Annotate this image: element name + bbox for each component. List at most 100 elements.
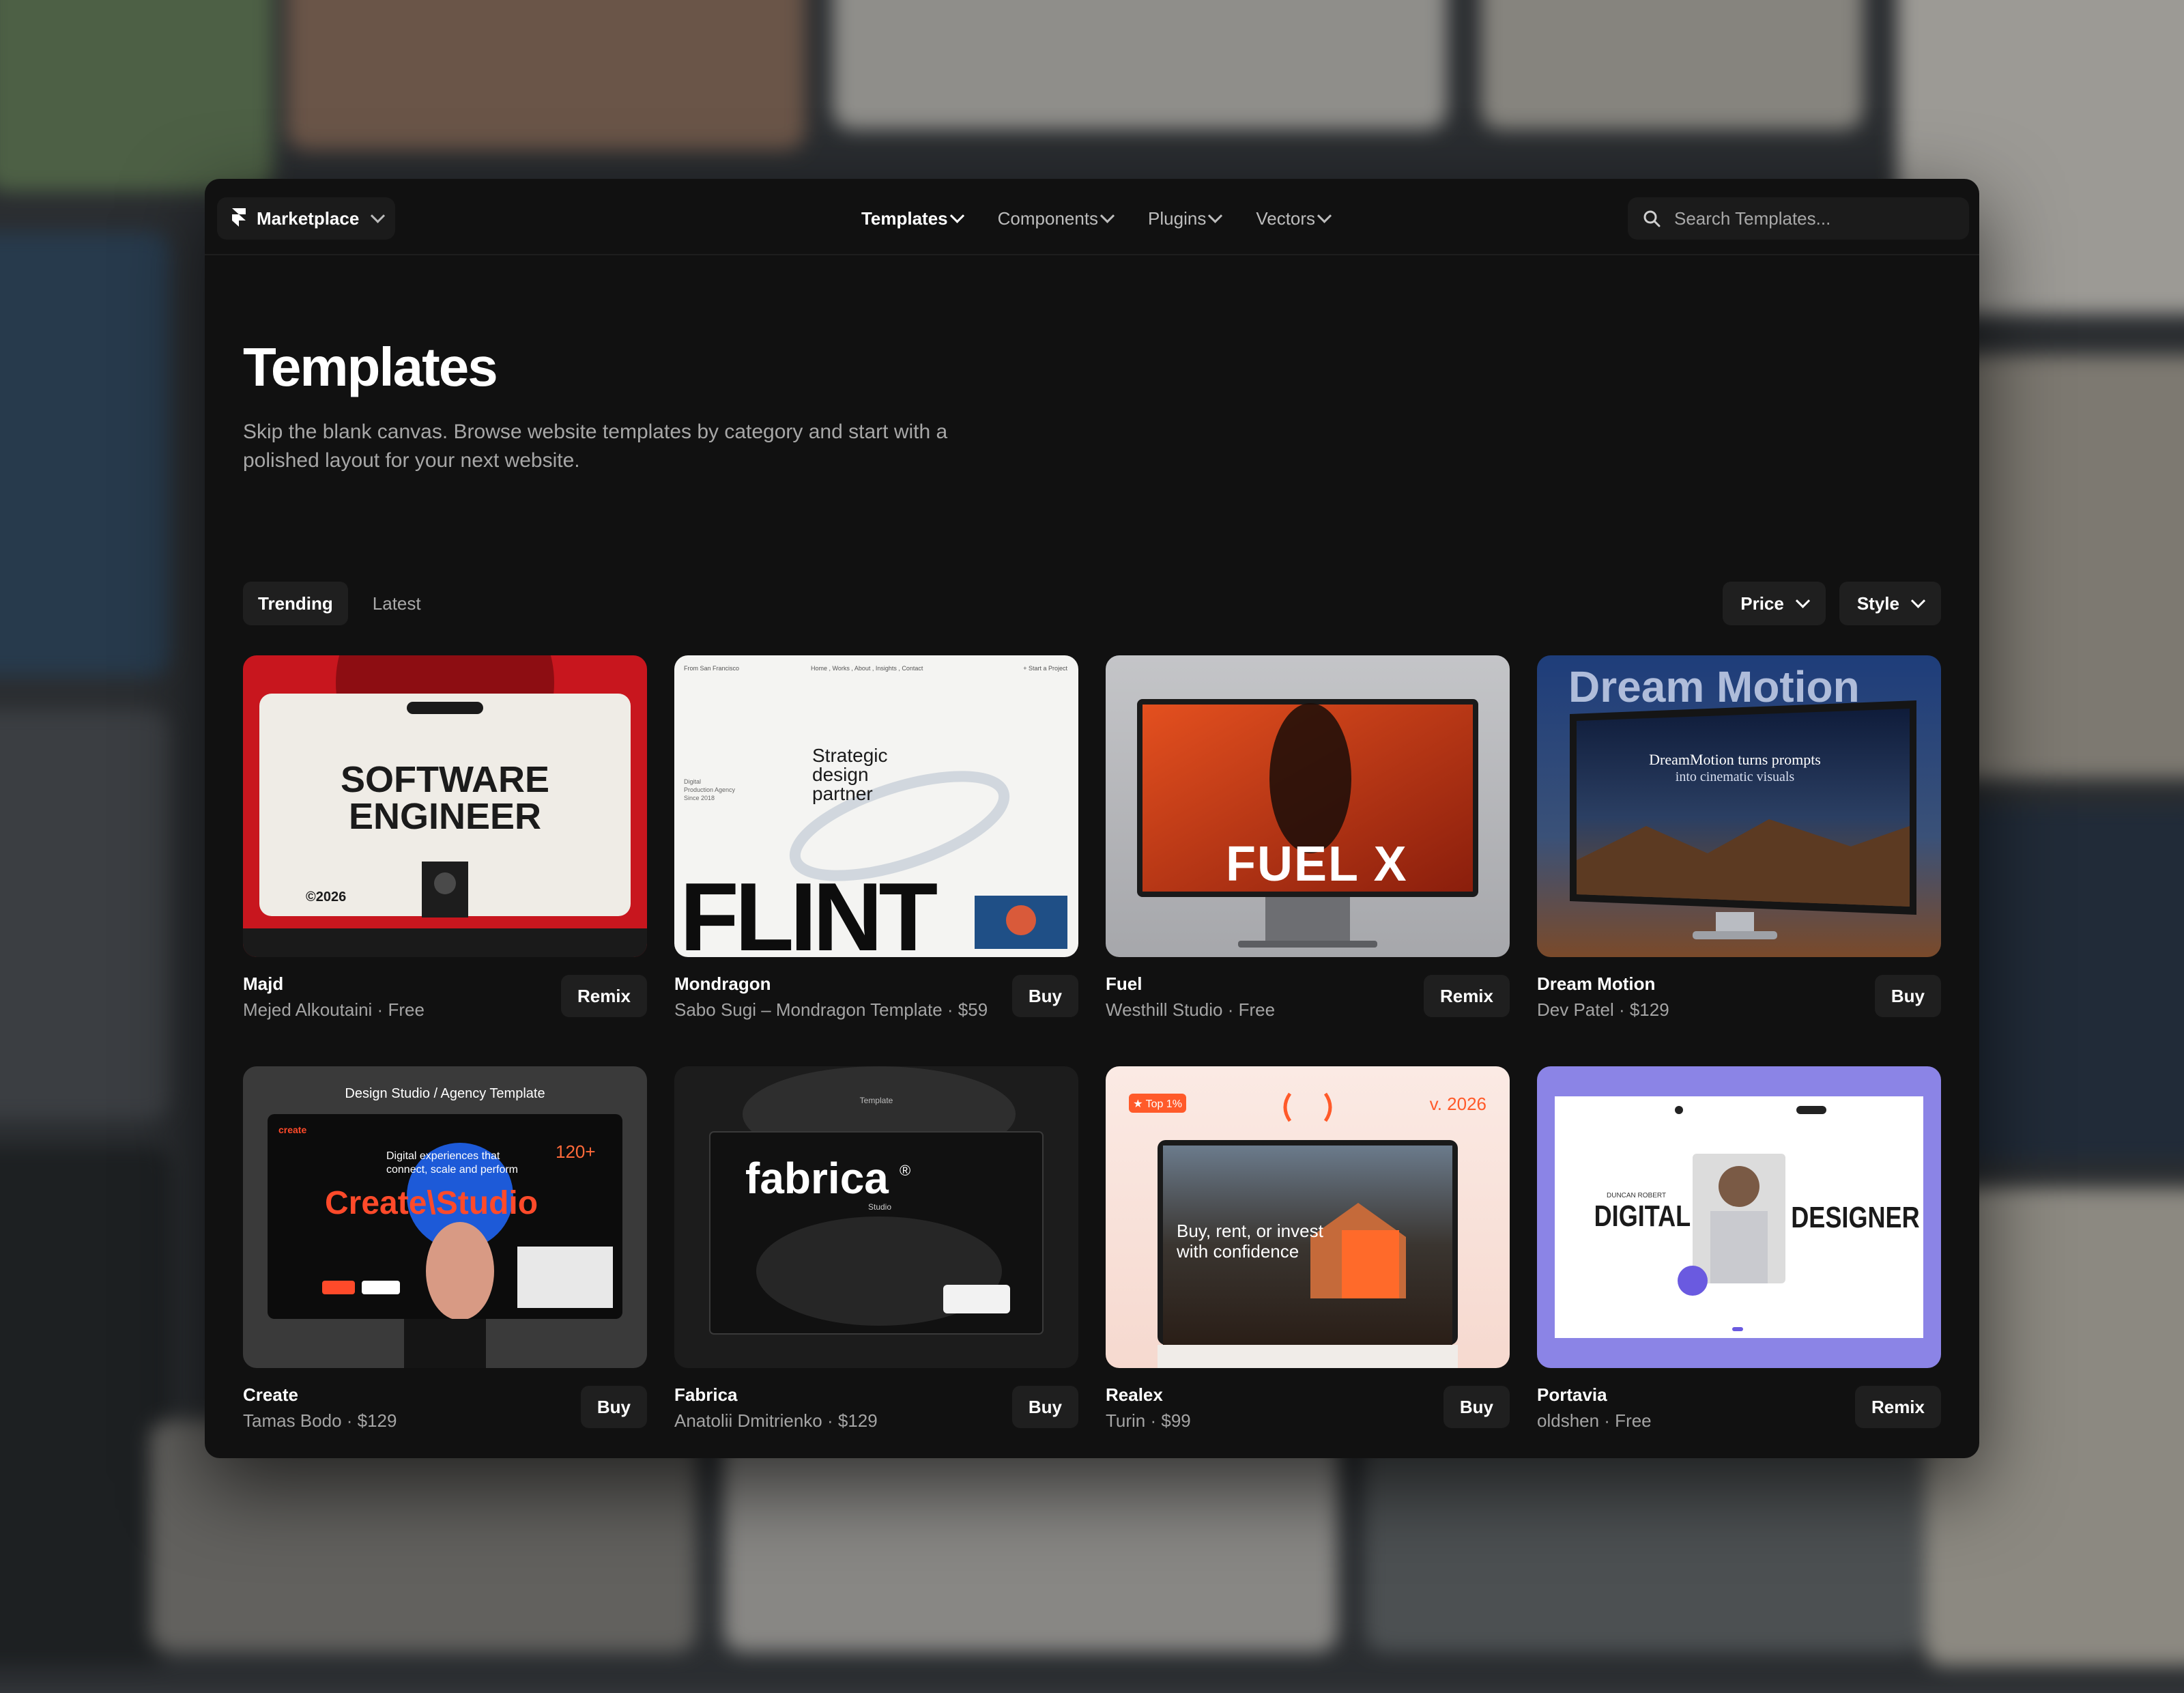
chevron-down-icon (1910, 593, 1926, 608)
mondragon-tag-1: Digital (684, 778, 701, 785)
majd-year: ©2026 (306, 890, 346, 905)
template-author-price: Westhill Studio · Free (1106, 999, 1276, 1020)
search-input[interactable] (1673, 207, 1954, 230)
style-filter-dropdown[interactable]: Style (1839, 582, 1941, 625)
buy-button[interactable]: Buy (1011, 975, 1078, 1017)
chevron-down-icon (1317, 208, 1332, 223)
realex-line-2: with confidence (1176, 1241, 1299, 1262)
majd-headline-1: SOFTWARE (341, 759, 549, 800)
price-filter-label: Price (1740, 593, 1784, 614)
template-name[interactable]: Portavia (1537, 1384, 1607, 1406)
chevron-down-icon (1208, 208, 1223, 223)
nav-components-label: Components (997, 208, 1099, 229)
nav-vectors-label: Vectors (1256, 208, 1316, 229)
mondragon-nav-center: Home , Works , About , Insights , Contac… (811, 665, 923, 672)
marketplace-window: Marketplace Templates Components Plugins… (205, 179, 1979, 1458)
portavia-word-1: DIGITAL (1594, 1199, 1691, 1233)
dream-motion-line-2: into cinematic visuals (1676, 769, 1795, 784)
mondragon-tagline-1: Strategic (812, 745, 888, 766)
create-brand: create (278, 1124, 306, 1135)
template-thumbnail[interactable]: From San Francisco Home , Works , About … (674, 655, 1078, 957)
fabrica-caption: Template (860, 1096, 893, 1105)
template-name[interactable]: Create (243, 1384, 298, 1406)
buy-button[interactable]: Buy (1443, 1386, 1510, 1428)
hero-section: Templates Skip the blank canvas. Browse … (243, 336, 1062, 475)
template-card-mondragon[interactable]: From San Francisco Home , Works , About … (674, 655, 1078, 1038)
buy-button[interactable]: Buy (1874, 975, 1941, 1017)
mondragon-tag-2: Production Agency (684, 786, 736, 793)
mondragon-logo: FLINT (680, 863, 937, 957)
nav-templates-label: Templates (861, 208, 948, 229)
page-title: Templates (243, 337, 498, 397)
mondragon-tagline-3: partner (812, 783, 873, 804)
template-name[interactable]: Mondragon (674, 973, 771, 995)
template-author-price: Anatolii Dmitrienko · $129 (674, 1410, 878, 1431)
nav-plugins[interactable]: Plugins (1148, 197, 1223, 240)
mondragon-nav-right: + Start a Project (1023, 665, 1067, 672)
create-logo: Create\Studio (325, 1185, 538, 1221)
remix-button[interactable]: Remix (1854, 1386, 1941, 1428)
template-name[interactable]: Dream Motion (1537, 973, 1655, 995)
dream-motion-preview-image: Dream Motion DreamMotion turns prompts i… (1537, 655, 1941, 957)
template-thumbnail[interactable]: DUNCAN ROBERT DIGITAL DESIGNER (1537, 1066, 1941, 1368)
template-thumbnail[interactable]: Template fabrica ® Studio (674, 1066, 1078, 1368)
template-name[interactable]: Fabrica (674, 1384, 738, 1406)
fabrica-preview-image: Template fabrica ® Studio (674, 1066, 1078, 1368)
template-thumbnail[interactable]: FUEL X (1106, 655, 1510, 957)
realex-version: v. 2026 (1430, 1094, 1486, 1114)
fabrica-logo: fabrica (745, 1154, 889, 1203)
chevron-down-icon (1100, 208, 1115, 223)
nav-templates[interactable]: Templates (861, 197, 964, 240)
style-filter-label: Style (1856, 593, 1899, 614)
template-thumbnail[interactable]: ★ Top 1% v. 2026 Buy, rent, or invest wi… (1106, 1066, 1510, 1368)
nav-components[interactable]: Components (997, 197, 1115, 240)
tab-latest[interactable]: Latest (358, 582, 436, 625)
mondragon-nav-left: From San Francisco (684, 665, 739, 672)
template-thumbnail[interactable]: SOFTWARE ENGINEER ©2026 (243, 655, 647, 957)
template-author-price: Mejed Alkoutaini · Free (243, 999, 425, 1020)
template-card-create[interactable]: Design Studio / Agency Template create D… (243, 1066, 647, 1449)
portavia-preview-image: DUNCAN ROBERT DIGITAL DESIGNER (1537, 1066, 1941, 1368)
create-stat: 120+ (556, 1141, 596, 1162)
template-card-fuel[interactable]: FUEL X Fuel Westhill Studio · Free Remix (1106, 655, 1510, 1038)
template-name[interactable]: Fuel (1106, 973, 1142, 995)
template-name[interactable]: Majd (243, 973, 283, 995)
realex-badge: ★ Top 1% (1133, 1098, 1182, 1110)
template-thumbnail[interactable]: Design Studio / Agency Template create D… (243, 1066, 647, 1368)
search-icon (1643, 210, 1661, 227)
template-author-price: Turin · $99 (1106, 1410, 1191, 1431)
create-line-1: Digital experiences that (386, 1150, 500, 1162)
template-card-portavia[interactable]: DUNCAN ROBERT DIGITAL DESIGNER Portavia … (1537, 1066, 1941, 1449)
tab-trending[interactable]: Trending (243, 582, 348, 625)
nav-vectors[interactable]: Vectors (1256, 197, 1332, 240)
top-navigation-bar: Marketplace Templates Components Plugins… (205, 179, 1979, 255)
chevron-down-icon (1795, 593, 1810, 608)
template-thumbnail[interactable]: Dream Motion DreamMotion turns prompts i… (1537, 655, 1941, 957)
remix-button[interactable]: Remix (1423, 975, 1510, 1017)
template-name[interactable]: Realex (1106, 1384, 1163, 1406)
template-card-majd[interactable]: SOFTWARE ENGINEER ©2026 Majd Mejed Alkou… (243, 655, 647, 1038)
nav-plugins-label: Plugins (1148, 208, 1207, 229)
template-card-realex[interactable]: ★ Top 1% v. 2026 Buy, rent, or invest wi… (1106, 1066, 1510, 1449)
template-card-dream-motion[interactable]: Dream Motion DreamMotion turns prompts i… (1537, 655, 1941, 1038)
majd-preview-image: SOFTWARE ENGINEER ©2026 (243, 655, 647, 957)
sort-tabs: Trending Latest (243, 582, 436, 625)
template-card-fabrica[interactable]: Template fabrica ® Studio Fabrica Anatol… (674, 1066, 1078, 1449)
search-box[interactable] (1628, 197, 1969, 240)
create-caption: Design Studio / Agency Template (345, 1086, 545, 1101)
mondragon-tag-3: Since 2018 (684, 795, 715, 801)
buy-button[interactable]: Buy (1011, 1386, 1078, 1428)
create-preview-image: Design Studio / Agency Template create D… (243, 1066, 647, 1368)
template-author-price: oldshen · Free (1537, 1410, 1652, 1431)
fabrica-sub: Studio (868, 1202, 891, 1212)
portavia-word-2: DESIGNER (1791, 1201, 1919, 1234)
remix-button[interactable]: Remix (560, 975, 647, 1017)
fuel-logo: FUEL X (1226, 837, 1408, 892)
price-filter-dropdown[interactable]: Price (1723, 582, 1826, 625)
chevron-down-icon (949, 208, 964, 223)
portavia-small: DUNCAN ROBERT (1607, 1192, 1666, 1199)
template-author-price: Dev Patel · $129 (1537, 999, 1669, 1020)
buy-button[interactable]: Buy (580, 1386, 647, 1428)
mondragon-tagline-2: design (812, 764, 869, 785)
template-author-price: Tamas Bodo · $129 (243, 1410, 397, 1431)
